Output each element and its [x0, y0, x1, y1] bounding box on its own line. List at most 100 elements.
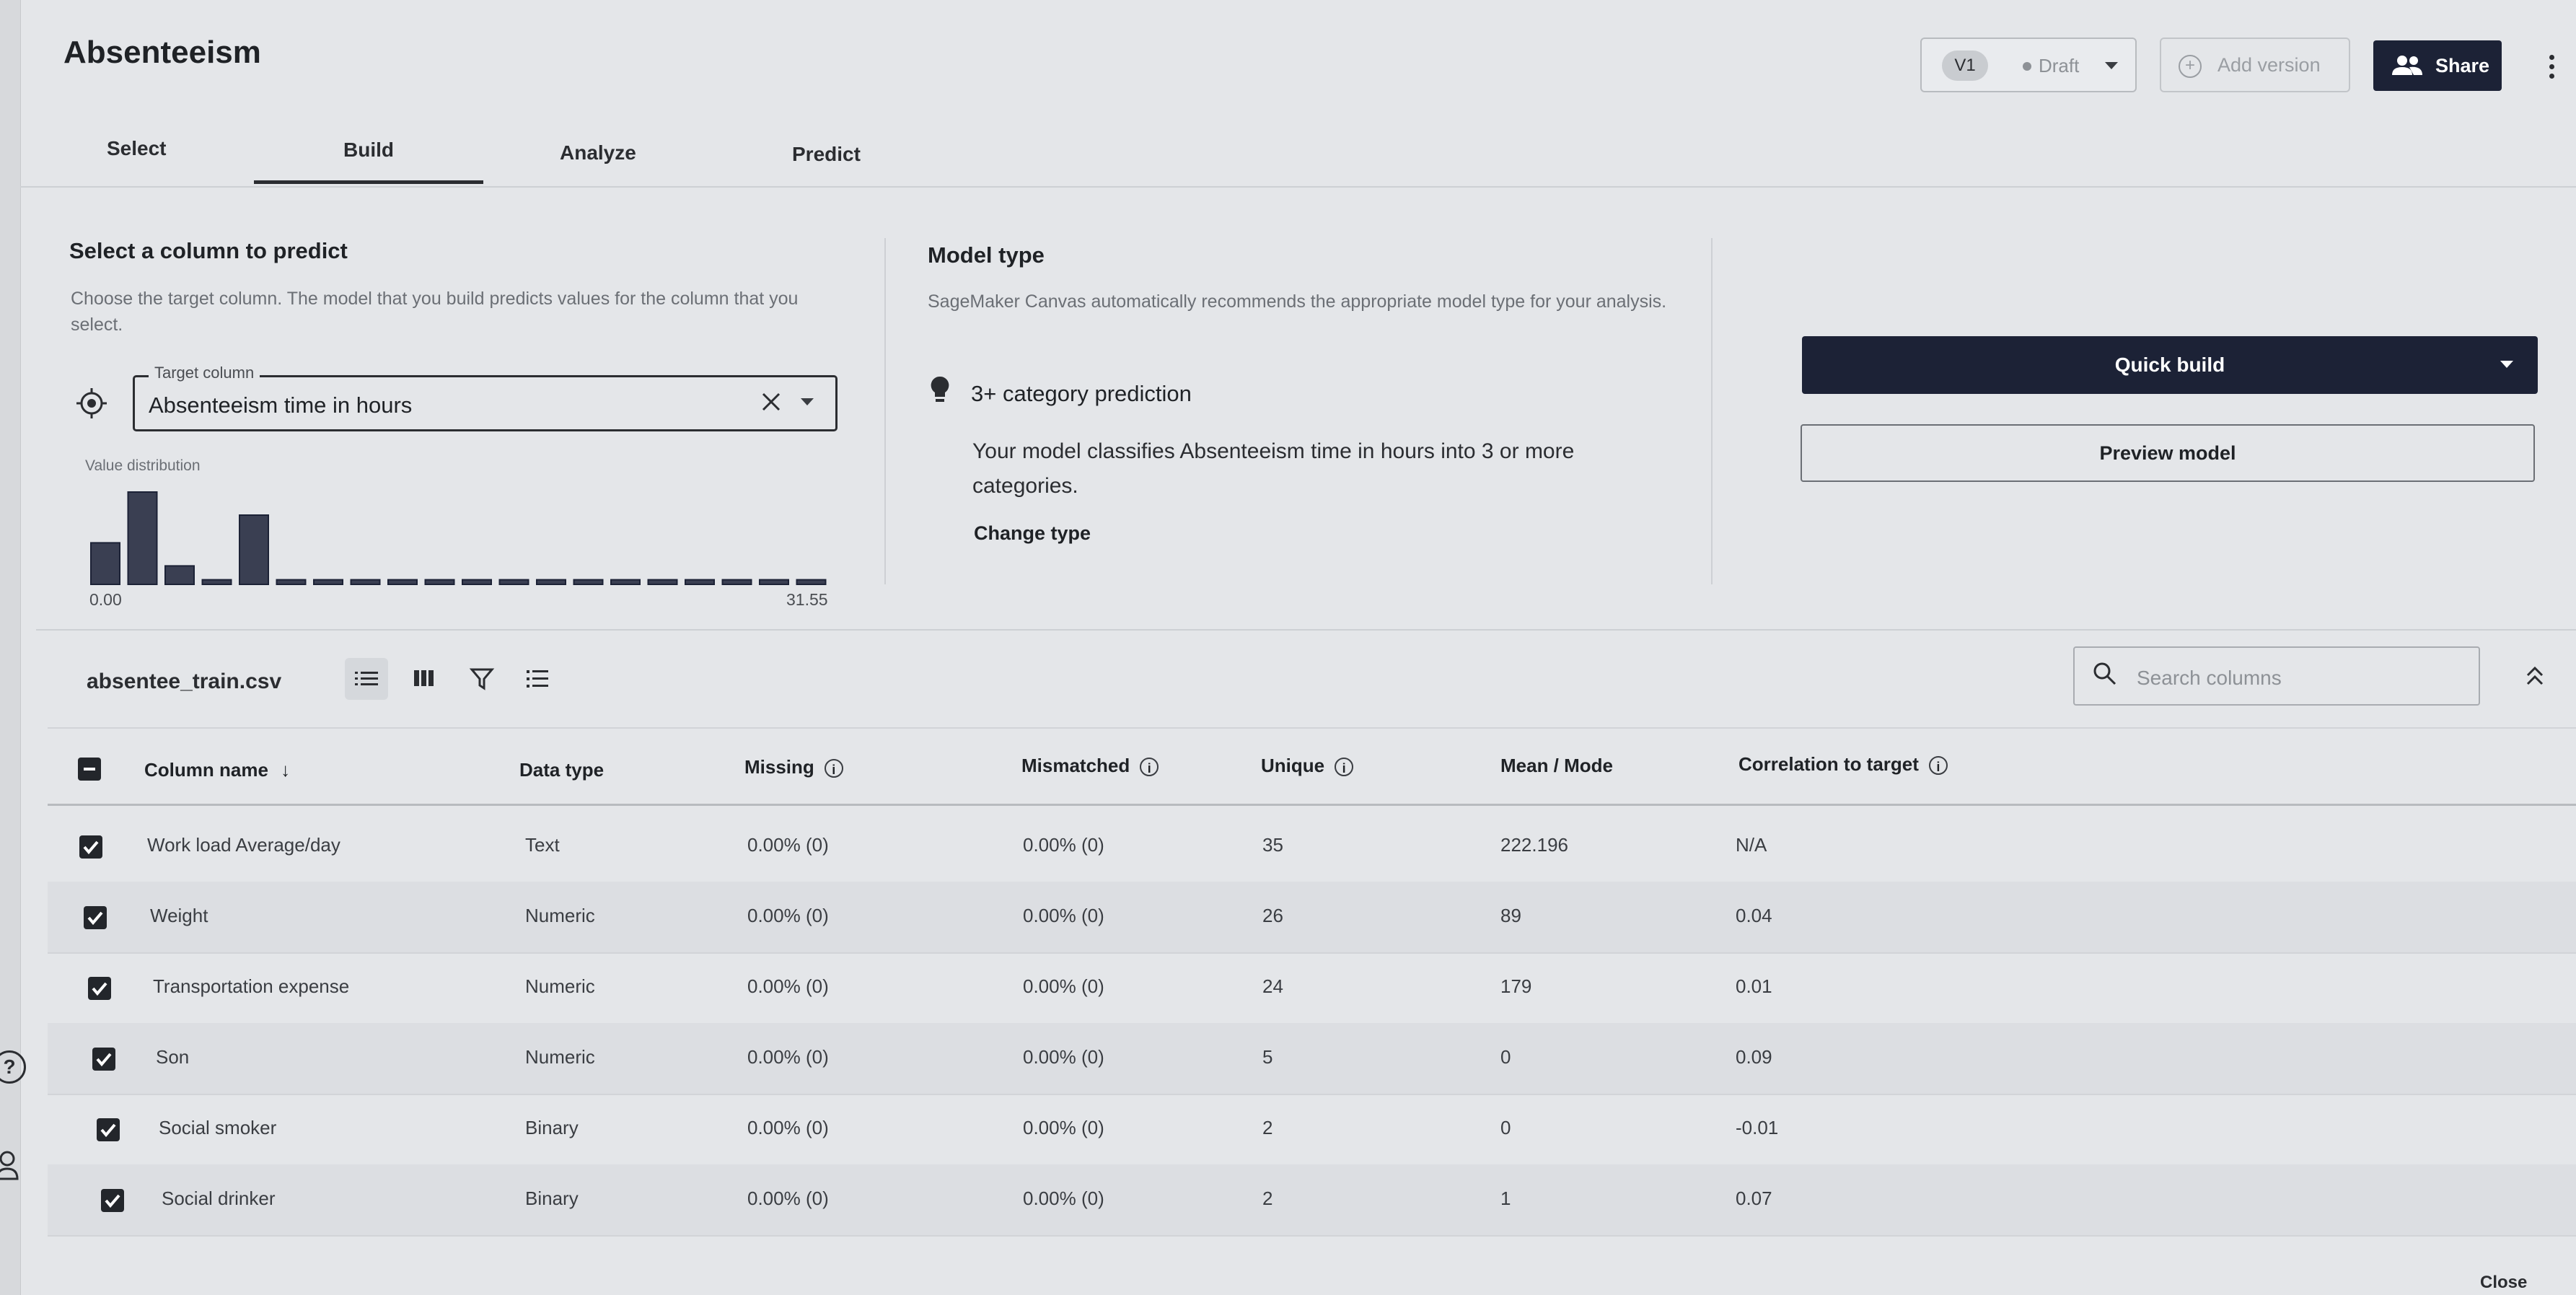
- quick-build-button[interactable]: Quick build: [1802, 336, 2538, 394]
- chevron-down-icon[interactable]: [801, 398, 814, 405]
- row-column-name: Social drinker: [162, 1188, 276, 1209]
- change-type-link[interactable]: Change type: [974, 522, 1091, 545]
- active-tab-indicator: [254, 180, 483, 184]
- histogram-bar: [573, 579, 604, 586]
- tab-predict[interactable]: Predict: [792, 143, 861, 166]
- header-data-type: Data type: [519, 759, 605, 781]
- table-row[interactable]: [48, 1023, 2576, 1094]
- version-badge: V1: [1942, 51, 1988, 81]
- header-missing: Missing i: [744, 756, 843, 778]
- histogram-bar: [647, 579, 678, 586]
- info-icon[interactable]: i: [1335, 758, 1354, 777]
- checkmark-icon: [87, 911, 103, 926]
- close-button[interactable]: Close: [2480, 1273, 2527, 1293]
- table-row[interactable]: [48, 882, 2576, 952]
- grid-view-button[interactable]: [403, 658, 446, 700]
- row-missing: 0.00% (0): [747, 905, 829, 926]
- search-placeholder: Search columns: [2137, 667, 2282, 689]
- row-checkbox[interactable]: [88, 977, 111, 1000]
- row-data-type: Numeric: [525, 975, 595, 997]
- row-column-name: Work load Average/day: [147, 834, 340, 856]
- info-icon[interactable]: i: [1928, 756, 1948, 776]
- row-missing: 0.00% (0): [747, 1188, 829, 1209]
- tab-analyze[interactable]: Analyze: [560, 141, 636, 164]
- row-checkbox[interactable]: [79, 835, 102, 859]
- header-column-name-label: Column name: [144, 759, 268, 781]
- row-checkbox[interactable]: [101, 1189, 124, 1212]
- row-unique: 35: [1262, 834, 1283, 856]
- histogram-bar: [387, 579, 418, 586]
- histogram-bar: [350, 579, 381, 586]
- chevron-down-icon: [2105, 62, 2118, 69]
- add-icon: +: [2179, 55, 2202, 78]
- histogram-bar: [239, 514, 269, 585]
- row-checkbox[interactable]: [84, 906, 107, 929]
- model-type-explanation: Your model classifies Absenteeism time i…: [972, 439, 1575, 498]
- filter-button[interactable]: [460, 658, 504, 700]
- row-column-name: Son: [156, 1046, 190, 1068]
- row-correlation: -0.01: [1736, 1117, 1779, 1138]
- histogram-bar: [759, 579, 789, 586]
- chevron-down-icon[interactable]: [2500, 361, 2513, 368]
- row-data-type: Numeric: [525, 1046, 595, 1068]
- histogram-bar: [610, 579, 641, 586]
- row-missing: 0.00% (0): [747, 975, 829, 997]
- tabs-divider: [20, 186, 2576, 188]
- clear-icon[interactable]: [760, 391, 782, 413]
- header-correlation-label: Correlation to target: [1738, 753, 1919, 775]
- numbered-list-icon: [527, 670, 548, 688]
- table-row[interactable]: [48, 811, 2576, 882]
- row-column-name: Social smoker: [159, 1117, 277, 1138]
- column-list-button[interactable]: [516, 658, 560, 700]
- histogram-bar: [424, 579, 455, 586]
- header-unique: Unique i: [1261, 755, 1354, 777]
- row-data-type: Text: [525, 834, 560, 856]
- table-row[interactable]: [48, 1094, 2576, 1164]
- row-checkbox[interactable]: [97, 1118, 120, 1141]
- search-icon: [2093, 662, 2116, 685]
- info-icon[interactable]: i: [1140, 758, 1159, 777]
- checkmark-icon: [100, 1123, 116, 1138]
- histogram-bar: [313, 579, 343, 586]
- table-row[interactable]: [48, 952, 2576, 1023]
- preview-model-button[interactable]: Preview model: [1801, 424, 2535, 482]
- histogram-bar: [276, 579, 307, 586]
- model-type-title: Model type: [928, 242, 1045, 268]
- list-view-icon: [355, 672, 378, 685]
- status-label: Draft: [2039, 55, 2080, 76]
- target-icon: [76, 388, 107, 418]
- row-mean-mode: 179: [1500, 975, 1532, 997]
- checkmark-icon: [96, 1053, 112, 1067]
- info-icon[interactable]: i: [824, 759, 843, 778]
- help-icon[interactable]: ?: [0, 1050, 26, 1084]
- row-missing: 0.00% (0): [747, 834, 829, 856]
- row-missing: 0.00% (0): [747, 1117, 829, 1138]
- header-column-name[interactable]: Column name ↓: [144, 759, 290, 781]
- row-mismatched: 0.00% (0): [1023, 1188, 1104, 1209]
- row-checkbox[interactable]: [92, 1048, 115, 1071]
- checkmark-icon: [92, 982, 107, 996]
- row-unique: 2: [1262, 1188, 1273, 1209]
- target-section-title: Select a column to predict: [69, 238, 348, 263]
- table-header-divider: [48, 804, 2576, 806]
- header-unique-label: Unique: [1261, 755, 1325, 776]
- tab-build[interactable]: Build: [343, 139, 394, 162]
- list-view-button[interactable]: [345, 658, 388, 700]
- collapse-icon[interactable]: [2523, 664, 2546, 688]
- select-all-checkbox[interactable]: [78, 758, 101, 781]
- target-description: Choose the target column. The model that…: [71, 289, 799, 335]
- sort-arrow-down-icon[interactable]: ↓: [281, 759, 290, 781]
- table-row[interactable]: [48, 1164, 2576, 1235]
- row-unique: 24: [1262, 975, 1283, 997]
- row-unique: 2: [1262, 1117, 1273, 1138]
- histogram-bar: [685, 579, 715, 586]
- more-options-icon[interactable]: [2549, 55, 2554, 83]
- histogram-bar: [462, 579, 492, 586]
- tab-select[interactable]: Select: [107, 137, 167, 160]
- users-icon: [2392, 56, 2422, 75]
- user-icon[interactable]: [0, 1150, 22, 1182]
- row-mean-mode: 1: [1500, 1188, 1511, 1209]
- section-divider: [1711, 238, 1713, 584]
- row-correlation: 0.01: [1736, 975, 1772, 997]
- row-missing: 0.00% (0): [747, 1046, 829, 1068]
